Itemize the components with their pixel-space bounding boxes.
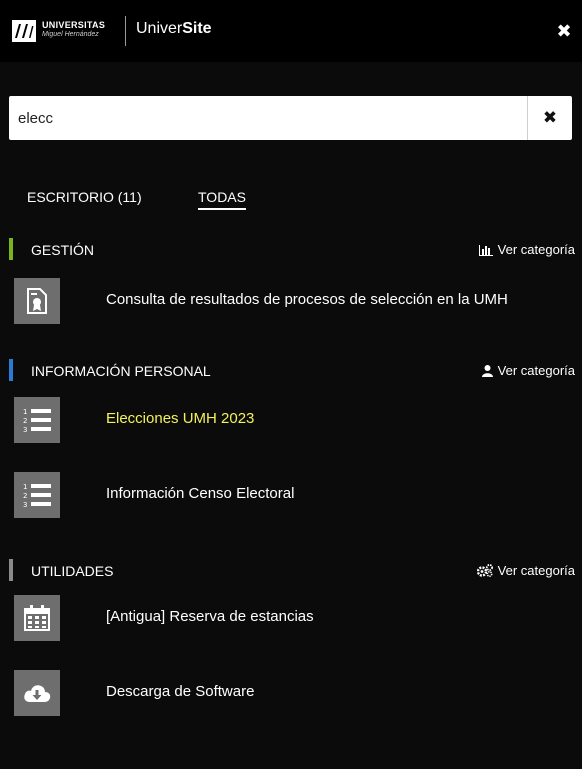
ver-categoria-label: Ver categoría (497, 563, 575, 578)
ver-categoria-link[interactable]: Ver categoría (478, 242, 575, 257)
numbered-list-icon: 1 2 3 (23, 408, 51, 434)
item-tile (14, 670, 60, 716)
close-icon: ✖ (556, 20, 572, 41)
certificate-icon (27, 288, 47, 314)
cloud-download-icon (24, 685, 51, 702)
ver-categoria-link[interactable]: Ver categoría (476, 563, 575, 578)
numbered-list-icon: 1 2 3 (23, 483, 51, 509)
item-tile: 1 2 3 (14, 397, 60, 443)
ver-categoria-label: Ver categoría (497, 242, 575, 257)
calendar-icon (24, 605, 50, 631)
svg-text:1: 1 (23, 483, 27, 491)
category-header-informacion-personal: INFORMACIÓN PERSONAL Ver categoría (9, 359, 575, 385)
list-item[interactable]: 1 2 3 Elecciones UMH 2023 (14, 397, 574, 443)
tab-escritorio[interactable]: ESCRITORIO (11) (27, 189, 142, 205)
svg-text:1: 1 (23, 408, 27, 416)
ver-categoria-link[interactable]: Ver categoría (481, 363, 575, 378)
close-panel-button[interactable]: ✖ (546, 14, 582, 48)
list-item[interactable]: 1 2 3 Información Censo Electoral (14, 472, 574, 518)
logo-divider (125, 16, 126, 46)
search-input[interactable] (9, 96, 519, 140)
svg-text:2: 2 (23, 492, 27, 500)
app-title: UniverSite (136, 20, 212, 37)
category-header-gestion: GESTIÓN Ver categoría (9, 238, 575, 264)
item-label: Elecciones UMH 2023 (106, 410, 255, 427)
list-item[interactable]: [Antigua] Reserva de estancias (14, 595, 574, 641)
svg-text:2: 2 (23, 417, 27, 425)
list-item[interactable]: Consulta de resultados de procesos de se… (14, 278, 574, 324)
item-tile (14, 595, 60, 641)
ver-categoria-label: Ver categoría (497, 363, 575, 378)
item-tile (14, 278, 60, 324)
top-bar: UNIVERSITAS Miguel Hernández UniverSite … (0, 0, 582, 62)
svg-text:3: 3 (23, 501, 27, 509)
category-title: INFORMACIÓN PERSONAL (31, 363, 211, 379)
item-label: [Antigua] Reserva de estancias (106, 608, 314, 625)
search-box: ✖ (9, 96, 572, 140)
bar-chart-icon (478, 244, 493, 256)
tab-todas[interactable]: TODAS (198, 189, 246, 210)
user-icon (481, 364, 493, 377)
category-title: UTILIDADES (31, 563, 114, 579)
university-logo-icon (12, 20, 36, 42)
gears-icon (476, 564, 493, 577)
category-accent (9, 359, 13, 381)
clear-search-button[interactable]: ✖ (527, 96, 572, 140)
item-label: Descarga de Software (106, 683, 255, 700)
category-header-utilidades: UTILIDADES Ver categoría (9, 559, 575, 585)
category-title: GESTIÓN (31, 242, 95, 258)
item-label: Información Censo Electoral (106, 485, 295, 502)
category-accent (9, 559, 13, 581)
logo-text: UNIVERSITAS (42, 20, 106, 30)
item-label: Consulta de resultados de procesos de se… (106, 291, 508, 308)
svg-text:3: 3 (23, 426, 27, 434)
item-tile: 1 2 3 (14, 472, 60, 518)
list-item[interactable]: Descarga de Software (14, 670, 574, 716)
logo-subtext: Miguel Hernández (42, 31, 99, 38)
category-accent (9, 238, 13, 260)
close-icon: ✖ (542, 108, 558, 127)
